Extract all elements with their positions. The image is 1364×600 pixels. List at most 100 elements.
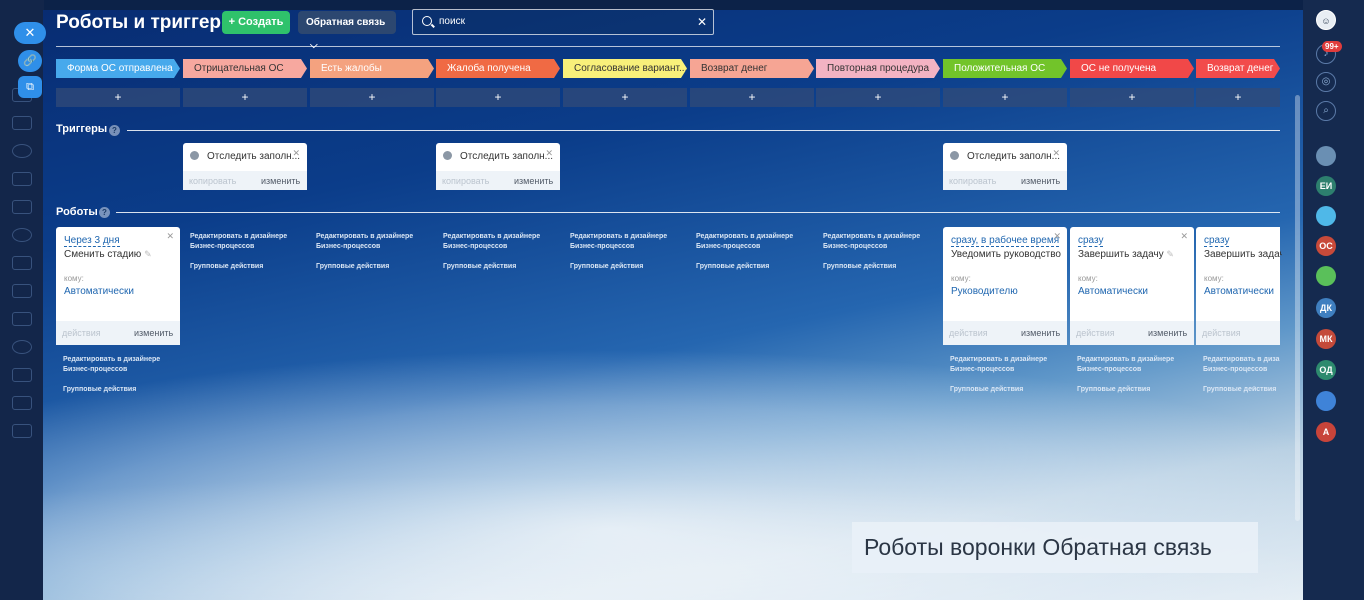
stage-item[interactable]: Возврат денег [690, 59, 814, 78]
close-slider-button[interactable]: ✕ [14, 22, 46, 44]
robot-card[interactable]: сразу ✕ Завершить задачу ✎ кому: Автомат… [1070, 227, 1194, 345]
open-new-window-button[interactable]: ⧉ [18, 76, 42, 98]
avatar-od[interactable]: ОД [1316, 360, 1336, 380]
delete-robot-icon[interactable]: ✕ [166, 231, 174, 242]
stage-item[interactable]: Отрицательная ОС [183, 59, 307, 78]
edit-designer-link[interactable]: Редактировать в дизайнереБизнес-процессо… [1077, 355, 1187, 375]
avatar-ei[interactable]: ЕИ [1316, 176, 1336, 196]
search-input[interactable]: поиск ✕ [412, 9, 714, 35]
group-actions-link[interactable]: Групповые действия [1203, 386, 1280, 393]
add-robot-button[interactable]: + [56, 88, 180, 107]
cart-icon[interactable] [12, 172, 32, 186]
avatar-mk[interactable]: МК [1316, 329, 1336, 349]
edit-designer-link[interactable]: Редактировать в дизайнереБизнес-процессо… [443, 232, 553, 252]
contacts-icon[interactable] [12, 284, 32, 298]
trigger-edit-link[interactable]: изменить [1021, 176, 1060, 186]
trigger-card[interactable]: Отследить заполн... ✕ копировать изменит… [183, 143, 307, 190]
avatar-chat[interactable] [1316, 206, 1336, 226]
add-robot-button[interactable]: + [816, 88, 940, 107]
group-actions-link[interactable]: Групповые действия [950, 386, 1023, 393]
avatar-os[interactable]: ОС [1316, 236, 1336, 256]
add-robot-button[interactable]: + [436, 88, 560, 107]
robot-edit-link[interactable]: изменить [1148, 328, 1187, 338]
code-icon[interactable] [12, 396, 32, 410]
stage-item[interactable]: Форма ОС отправлена [56, 59, 180, 78]
user-avatar[interactable]: ☺ [1316, 10, 1336, 30]
create-button[interactable]: + Создать [222, 11, 290, 34]
stage-item[interactable]: Возврат денег [1196, 59, 1280, 78]
edit-designer-link[interactable]: Редактировать в дизайнереБизнес-процессо… [570, 232, 680, 252]
robot-actions-link[interactable]: действия [62, 328, 101, 338]
group-actions-link[interactable]: Групповые действия [696, 263, 769, 270]
target-icon[interactable] [12, 144, 32, 158]
edit-designer-link[interactable]: Редактировать в дизайнереБизнес-процессо… [696, 232, 806, 252]
store-icon[interactable] [12, 116, 32, 130]
group-actions-link[interactable]: Групповые действия [1077, 386, 1150, 393]
add-robot-button[interactable]: + [1196, 88, 1280, 107]
group-actions-link[interactable]: Групповые действия [63, 386, 136, 393]
edit-designer-link[interactable]: Редактировать в дизайнереБизнес-процессо… [316, 232, 426, 252]
robot-card[interactable]: сразу Завершить задачу кому: Автоматичес… [1196, 227, 1282, 345]
triggers-help-icon[interactable]: ? [109, 125, 120, 136]
robot-delay[interactable]: сразу [1204, 235, 1230, 247]
edit-designer-link[interactable]: Редактировать в дизайнереБизнес-процессо… [190, 232, 300, 252]
delete-trigger-icon[interactable]: ✕ [292, 148, 300, 159]
trigger-card[interactable]: Отследить заполн... ✕ копировать изменит… [943, 143, 1067, 190]
robot-edit-link[interactable]: изменить [1021, 328, 1060, 338]
trigger-edit-link[interactable]: изменить [261, 176, 300, 186]
stage-item[interactable]: Есть жалобы [310, 59, 434, 78]
trigger-copy-link[interactable]: копировать [949, 176, 996, 186]
extra-icon[interactable] [12, 424, 32, 438]
robot-icon[interactable] [12, 312, 32, 326]
trigger-edit-link[interactable]: изменить [514, 176, 553, 186]
group-actions-link[interactable]: Групповые действия [316, 263, 389, 270]
robot-delay[interactable]: Через 3 дня [64, 235, 120, 247]
chart-icon[interactable] [12, 256, 32, 270]
add-robot-button[interactable]: + [310, 88, 434, 107]
funnel-selector[interactable]: Обратная связь ⌵ [298, 11, 396, 51]
avatar-group[interactable] [1316, 266, 1336, 286]
pencil-icon[interactable]: ✎ [1166, 249, 1174, 259]
robot-edit-link[interactable]: изменить [134, 328, 173, 338]
avatar-bookmark[interactable] [1316, 391, 1336, 411]
stage-item[interactable]: Согласование вариант... [563, 59, 687, 78]
delete-robot-icon[interactable]: ✕ [1053, 231, 1061, 242]
add-robot-button[interactable]: + [563, 88, 687, 107]
edit-designer-link[interactable]: Редактировать в дизайнереБизнес-процессо… [823, 232, 933, 252]
stage-item[interactable]: Повторная процедура [816, 59, 940, 78]
edit-designer-link[interactable]: Редактировать в дизайнереБизнес-процессо… [63, 355, 173, 375]
openlines-icon[interactable]: ◎ [1316, 72, 1336, 92]
delete-robot-icon[interactable]: ✕ [1180, 231, 1188, 242]
avatar-a[interactable]: А [1316, 422, 1336, 442]
settings-icon[interactable] [12, 340, 32, 354]
stage-item[interactable]: ОС не получена [1070, 59, 1194, 78]
robot-delay[interactable]: сразу [1078, 235, 1104, 247]
group-actions-link[interactable]: Групповые действия [570, 263, 643, 270]
robot-card[interactable]: Через 3 дня ✕ Сменить стадию ✎ кому: Авт… [56, 227, 180, 345]
group-actions-link[interactable]: Групповые действия [190, 263, 263, 270]
group-actions-link[interactable]: Групповые действия [823, 263, 896, 270]
avatar-dk[interactable]: ДК [1316, 298, 1336, 318]
add-robot-button[interactable]: + [943, 88, 1067, 107]
puzzle-icon[interactable] [12, 228, 32, 242]
group-actions-link[interactable]: Групповые действия [443, 263, 516, 270]
robot-actions-link[interactable]: действия [949, 328, 988, 338]
stage-item[interactable]: Жалоба получена [436, 59, 560, 78]
add-robot-button[interactable]: + [690, 88, 814, 107]
avatar-photo[interactable] [1316, 146, 1336, 166]
clear-search-icon[interactable]: ✕ [697, 15, 707, 29]
robot-actions-link[interactable]: действия [1202, 328, 1241, 338]
delete-trigger-icon[interactable]: ✕ [545, 148, 553, 159]
robot-card[interactable]: сразу, в рабочее время ✕ Уведомить руков… [943, 227, 1067, 345]
robot-delay[interactable]: сразу, в рабочее время [951, 235, 1060, 247]
pencil-icon[interactable]: ✎ [144, 249, 152, 259]
add-robot-button[interactable]: + [183, 88, 307, 107]
sites-icon[interactable] [12, 368, 32, 382]
trigger-copy-link[interactable]: копировать [189, 176, 236, 186]
edit-designer-link[interactable]: Редактировать в дизайнереБизнес-процессо… [1203, 355, 1280, 375]
trigger-card[interactable]: Отследить заполн... ✕ копировать изменит… [436, 143, 560, 190]
search-chat-icon[interactable]: ⌕ [1316, 101, 1336, 121]
add-robot-button[interactable]: + [1070, 88, 1194, 107]
copy-link-button[interactable]: 🔗 [18, 50, 42, 72]
edit-designer-link[interactable]: Редактировать в дизайнереБизнес-процессо… [950, 355, 1060, 375]
